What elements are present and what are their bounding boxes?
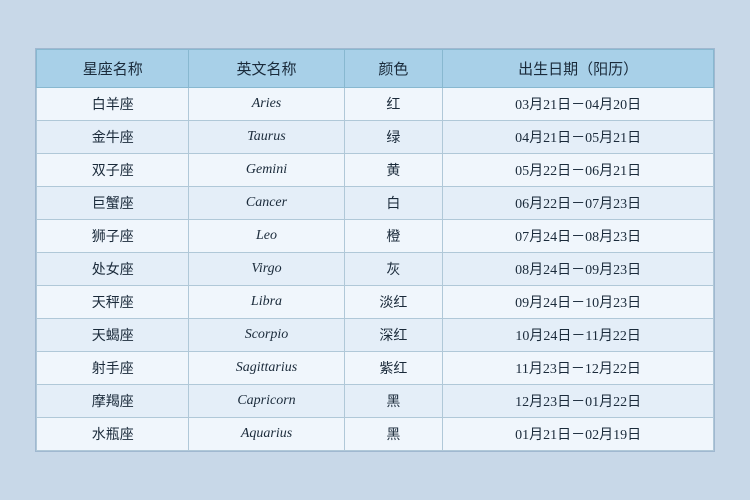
cell-english-name: Taurus	[189, 121, 344, 154]
cell-color: 绿	[344, 121, 443, 154]
cell-english-name: Scorpio	[189, 319, 344, 352]
cell-chinese-name: 狮子座	[37, 220, 189, 253]
table-row: 处女座Virgo灰08月24日－09月23日	[37, 253, 714, 286]
cell-english-name: Capricorn	[189, 385, 344, 418]
cell-dates: 04月21日－05月21日	[443, 121, 714, 154]
table-body: 白羊座Aries红03月21日－04月20日金牛座Taurus绿04月21日－0…	[37, 88, 714, 451]
cell-dates: 07月24日－08月23日	[443, 220, 714, 253]
cell-english-name: Aquarius	[189, 418, 344, 451]
cell-chinese-name: 射手座	[37, 352, 189, 385]
header-dates: 出生日期（阳历）	[443, 50, 714, 88]
cell-dates: 03月21日－04月20日	[443, 88, 714, 121]
cell-color: 深红	[344, 319, 443, 352]
cell-english-name: Libra	[189, 286, 344, 319]
cell-english-name: Sagittarius	[189, 352, 344, 385]
table-row: 水瓶座Aquarius黑01月21日－02月19日	[37, 418, 714, 451]
table-row: 摩羯座Capricorn黑12月23日－01月22日	[37, 385, 714, 418]
table-row: 天蝎座Scorpio深红10月24日－11月22日	[37, 319, 714, 352]
zodiac-table-container: 星座名称 英文名称 颜色 出生日期（阳历） 白羊座Aries红03月21日－04…	[35, 48, 715, 452]
table-row: 双子座Gemini黄05月22日－06月21日	[37, 154, 714, 187]
cell-dates: 11月23日－12月22日	[443, 352, 714, 385]
cell-dates: 12月23日－01月22日	[443, 385, 714, 418]
table-row: 白羊座Aries红03月21日－04月20日	[37, 88, 714, 121]
cell-chinese-name: 白羊座	[37, 88, 189, 121]
header-english-name: 英文名称	[189, 50, 344, 88]
cell-color: 黑	[344, 418, 443, 451]
cell-chinese-name: 水瓶座	[37, 418, 189, 451]
zodiac-table: 星座名称 英文名称 颜色 出生日期（阳历） 白羊座Aries红03月21日－04…	[36, 49, 714, 451]
cell-color: 紫红	[344, 352, 443, 385]
cell-dates: 05月22日－06月21日	[443, 154, 714, 187]
cell-color: 黑	[344, 385, 443, 418]
cell-chinese-name: 处女座	[37, 253, 189, 286]
cell-color: 红	[344, 88, 443, 121]
table-row: 狮子座Leo橙07月24日－08月23日	[37, 220, 714, 253]
cell-chinese-name: 摩羯座	[37, 385, 189, 418]
cell-color: 白	[344, 187, 443, 220]
cell-chinese-name: 天秤座	[37, 286, 189, 319]
cell-color: 淡红	[344, 286, 443, 319]
table-row: 金牛座Taurus绿04月21日－05月21日	[37, 121, 714, 154]
cell-chinese-name: 巨蟹座	[37, 187, 189, 220]
cell-english-name: Gemini	[189, 154, 344, 187]
cell-dates: 01月21日－02月19日	[443, 418, 714, 451]
header-color: 颜色	[344, 50, 443, 88]
cell-color: 橙	[344, 220, 443, 253]
cell-english-name: Aries	[189, 88, 344, 121]
cell-english-name: Leo	[189, 220, 344, 253]
table-row: 射手座Sagittarius紫红11月23日－12月22日	[37, 352, 714, 385]
cell-dates: 08月24日－09月23日	[443, 253, 714, 286]
table-header-row: 星座名称 英文名称 颜色 出生日期（阳历）	[37, 50, 714, 88]
cell-color: 黄	[344, 154, 443, 187]
cell-english-name: Virgo	[189, 253, 344, 286]
cell-dates: 10月24日－11月22日	[443, 319, 714, 352]
cell-color: 灰	[344, 253, 443, 286]
cell-dates: 06月22日－07月23日	[443, 187, 714, 220]
table-row: 巨蟹座Cancer白06月22日－07月23日	[37, 187, 714, 220]
cell-dates: 09月24日－10月23日	[443, 286, 714, 319]
cell-chinese-name: 天蝎座	[37, 319, 189, 352]
cell-chinese-name: 双子座	[37, 154, 189, 187]
cell-english-name: Cancer	[189, 187, 344, 220]
table-row: 天秤座Libra淡红09月24日－10月23日	[37, 286, 714, 319]
cell-chinese-name: 金牛座	[37, 121, 189, 154]
header-chinese-name: 星座名称	[37, 50, 189, 88]
